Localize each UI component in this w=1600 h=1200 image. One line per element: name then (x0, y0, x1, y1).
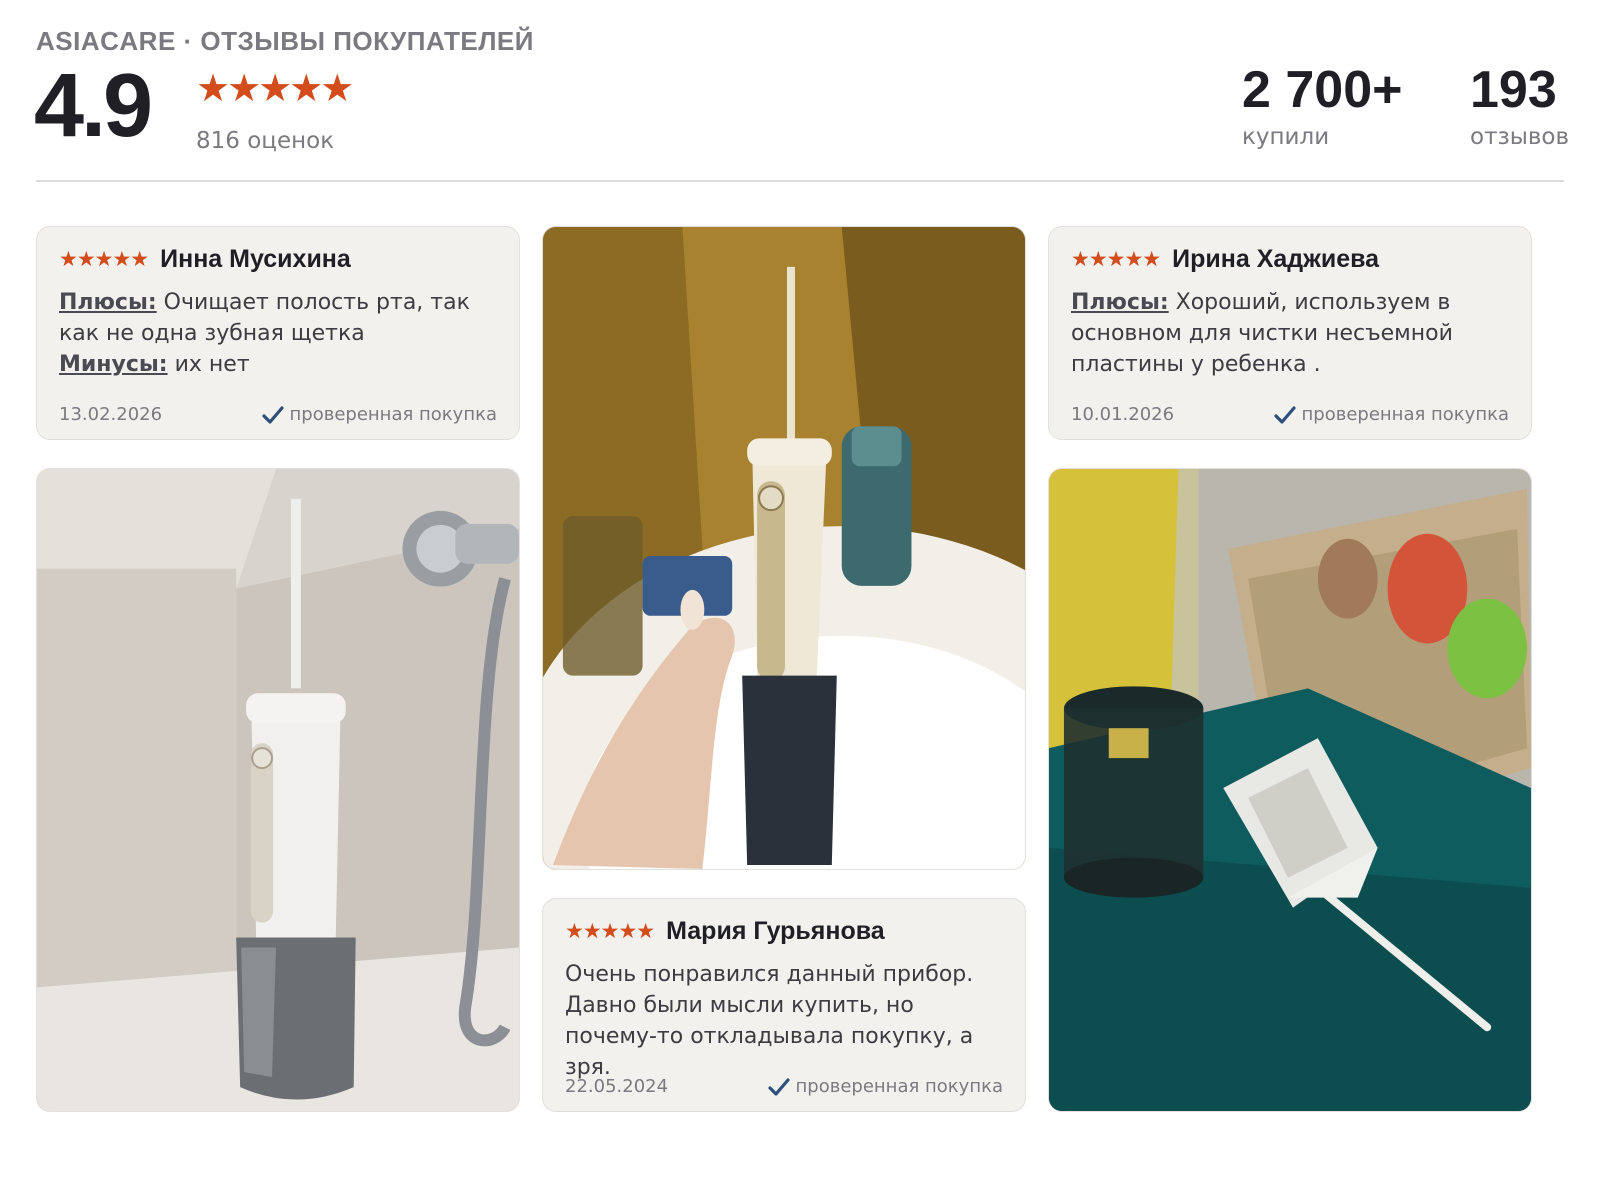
stat-bought-value: 2 700+ (1242, 61, 1403, 119)
review-card: ★★★★★ Ирина Хаджиева Плюсы: Хороший, исп… (1048, 226, 1532, 440)
verified-label: проверенная покупка (289, 404, 497, 425)
header-divider (36, 180, 1564, 182)
review-photo[interactable] (542, 226, 1026, 870)
review-date: 10.01.2026 (1071, 404, 1175, 425)
review-author: Инна Мусихина (160, 244, 351, 273)
pros-label: Плюсы: (59, 290, 157, 315)
review-text: Плюсы: Очищает полость рта, так как не о… (59, 287, 497, 380)
review-photo[interactable] (1048, 468, 1532, 1112)
check-icon (767, 1077, 790, 1096)
verified-label: проверенная покупка (1301, 404, 1509, 425)
stat-bought: 2 700+ купили (1242, 58, 1403, 150)
ratings-count: 816 оценок (196, 128, 335, 154)
verified-label: проверенная покупка (795, 1076, 1003, 1097)
stat-bought-label: купили (1242, 124, 1330, 150)
irrigator-on-towel-photo-image (1049, 469, 1531, 1111)
review-author: Ирина Хаджиева (1172, 244, 1380, 273)
cons-label: Минусы: (59, 352, 168, 377)
pros-label: Плюсы: (1071, 290, 1169, 315)
review-stars: ★★★★★ (565, 919, 655, 943)
review-card: ★★★★★ Мария Гурьянова Очень понравился д… (542, 898, 1026, 1112)
review-date: 13.02.2026 (59, 404, 163, 425)
review-text: Плюсы: Хороший, используем в основном дл… (1071, 287, 1509, 380)
irrigator-photo-image (37, 469, 519, 1111)
stat-reviews-label: отзывов (1470, 124, 1570, 150)
irrigator-in-hand-photo-image (543, 227, 1025, 869)
review-card: ★★★★★ Инна Мусихина Плюсы: Очищает полос… (36, 226, 520, 440)
check-icon (261, 405, 284, 424)
rating-stars: ★★★★★ (196, 66, 354, 110)
average-rating: 4.9 (34, 56, 153, 156)
review-text: Очень понравился данный прибор. Давно бы… (565, 962, 974, 1080)
brand-title: ASIACARE · ОТЗЫВЫ ПОКУПАТЕЛЕЙ (36, 26, 534, 56)
cons-text: их нет (167, 352, 250, 377)
review-photo[interactable] (36, 468, 520, 1112)
review-date: 22.05.2024 (565, 1076, 669, 1097)
stat-reviews: 193 отзывов (1470, 58, 1569, 150)
stat-reviews-value: 193 (1470, 61, 1557, 119)
review-stars: ★★★★★ (59, 247, 149, 271)
verified-badge: проверенная покупка (1273, 404, 1509, 425)
verified-badge: проверенная покупка (767, 1076, 1003, 1097)
verified-badge: проверенная покупка (261, 404, 497, 425)
check-icon (1273, 405, 1296, 424)
review-author: Мария Гурьянова (666, 916, 885, 945)
review-stars: ★★★★★ (1071, 247, 1161, 271)
